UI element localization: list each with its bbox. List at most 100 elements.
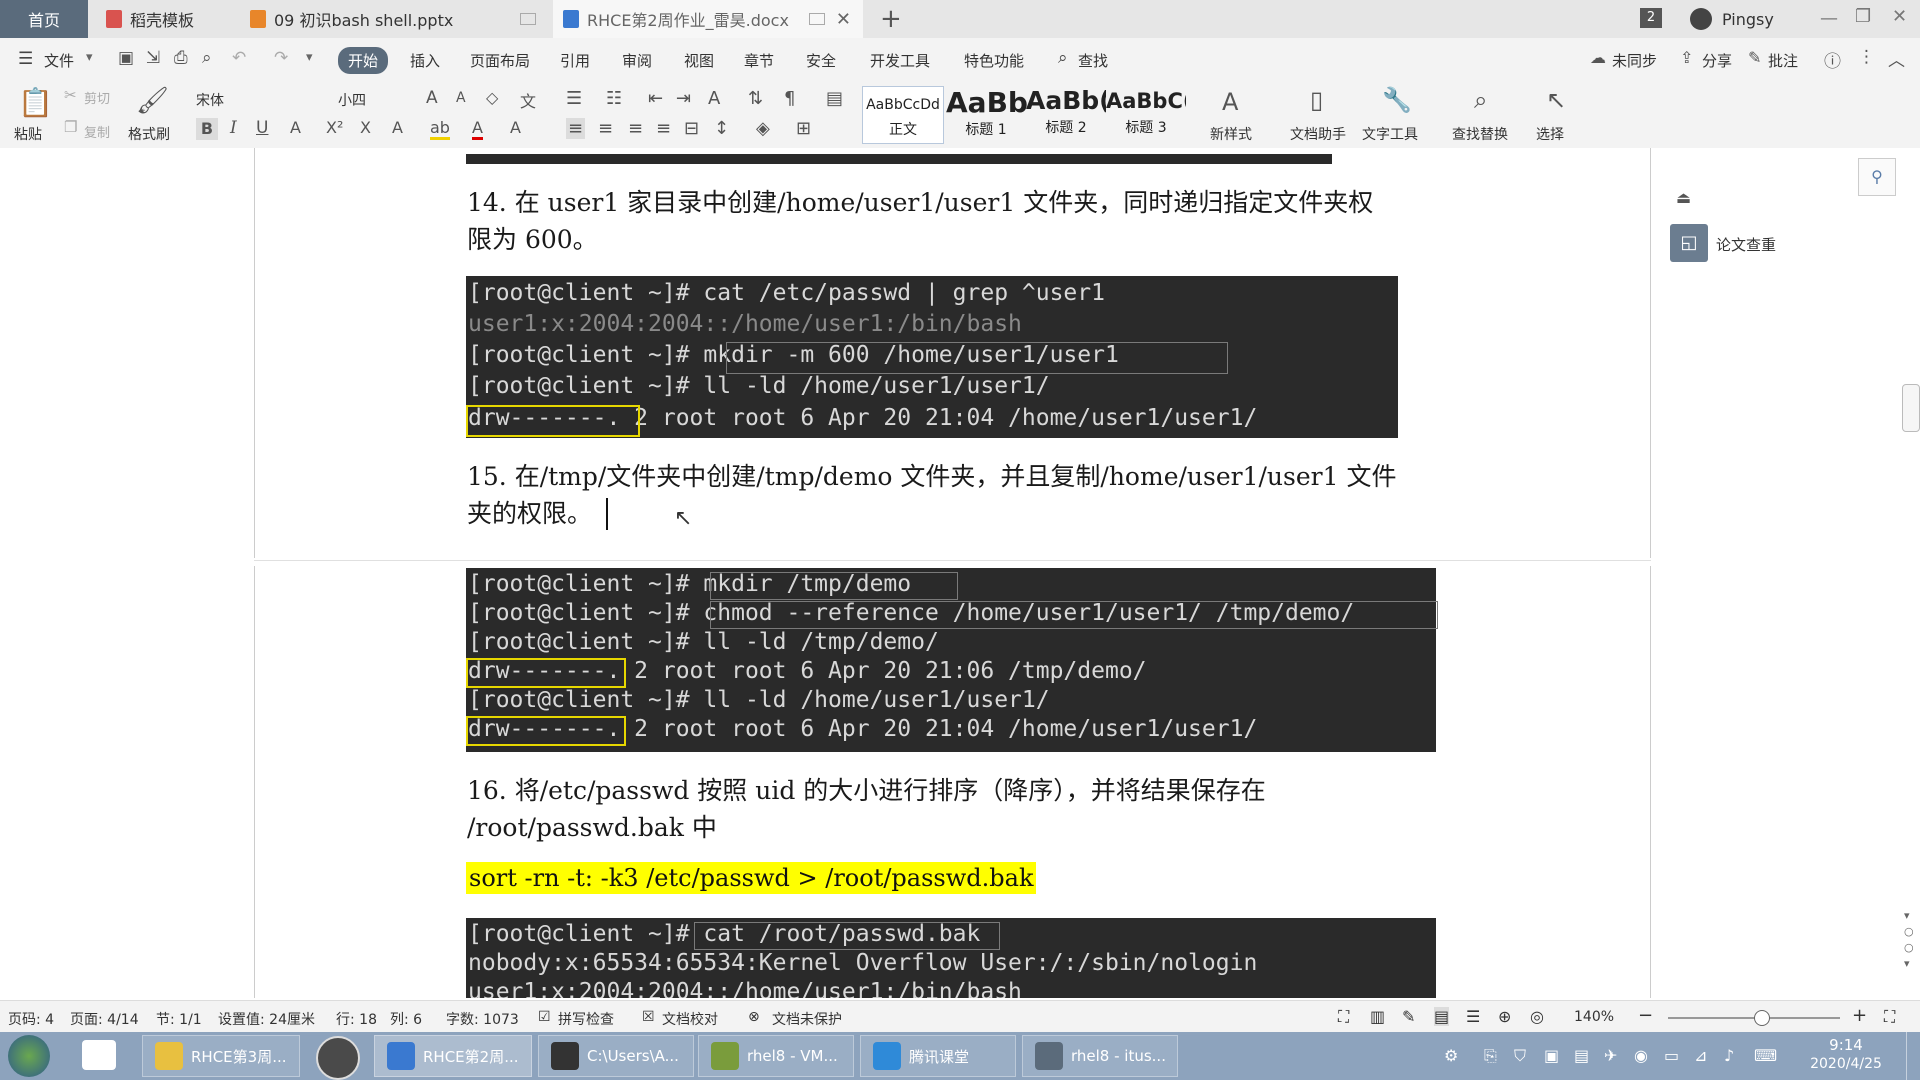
doc-helper-button[interactable]: 文档助手 <box>1290 124 1346 144</box>
char-shading-icon[interactable]: A <box>510 118 521 137</box>
bold-icon[interactable]: B <box>196 118 218 140</box>
page-view-icon[interactable]: ▤ <box>1434 1007 1450 1026</box>
shading-icon[interactable]: ◈ <box>756 118 770 139</box>
network-icon[interactable]: ⊿ <box>1694 1046 1707 1065</box>
zoom-in-icon[interactable]: + <box>1852 1005 1867 1026</box>
tray-icon[interactable]: ▣ <box>1544 1046 1559 1065</box>
tray-icon[interactable]: ▤ <box>1574 1046 1589 1065</box>
cloud-icon[interactable]: ☁ <box>1590 48 1606 67</box>
cursor-select-icon[interactable]: ↖ <box>1546 86 1566 114</box>
clock-date[interactable]: 2020/4/25 <box>1800 1056 1892 1072</box>
font-color-icon[interactable]: A <box>472 118 483 140</box>
comment-button[interactable]: 批注 <box>1768 50 1798 71</box>
close-tab-icon[interactable]: ✕ <box>836 9 851 30</box>
sort-command-highlight[interactable]: sort -rn -t: -k3 /etc/passwd > /root/pas… <box>466 862 1037 894</box>
taskbar-item-cmd[interactable]: C:\Users\A... <box>538 1035 694 1077</box>
shield-icon[interactable]: ⛉ <box>1514 1046 1526 1066</box>
spell-check-icon[interactable]: ☑ <box>538 1009 551 1025</box>
question-14-text[interactable]: 限为 600。 <box>467 221 598 258</box>
find-replace-button[interactable]: 查找替换 <box>1452 124 1508 144</box>
s-app-icon[interactable] <box>316 1036 360 1080</box>
search-icon[interactable]: ⌕ <box>1058 48 1068 68</box>
taskbar-item-tencent[interactable]: 腾讯课堂 <box>860 1035 1016 1077</box>
menu-developer[interactable]: 开发工具 <box>870 50 930 71</box>
start-button-icon[interactable] <box>8 1035 50 1077</box>
text-effect-icon[interactable]: A <box>392 118 403 137</box>
input-method-icon[interactable]: ⌨ <box>1754 1046 1777 1065</box>
quick-access-chevron-icon[interactable]: ▾ <box>306 50 313 65</box>
new-tab-icon[interactable]: + <box>880 4 902 34</box>
cut-button[interactable]: 剪切 <box>84 88 110 107</box>
menu-file[interactable]: 文件 <box>44 50 74 71</box>
tray-icon[interactable]: ▭ <box>1664 1046 1679 1065</box>
zoom-slider-handle[interactable] <box>1754 1010 1770 1026</box>
redo-icon[interactable]: ↷ <box>274 48 288 68</box>
tab-docx-file[interactable]: RHCE第2周作业_雷昊.docx ✕ <box>553 0 863 38</box>
protect-status[interactable]: 文档未保护 <box>772 1009 842 1029</box>
export-icon[interactable]: ⇲ <box>146 48 160 68</box>
user-name[interactable]: Pingsy <box>1722 10 1774 29</box>
menu-features[interactable]: 特色功能 <box>964 50 1024 71</box>
doc-helper-icon[interactable]: ▯ <box>1310 86 1323 114</box>
show-marks-icon[interactable]: ¶ <box>784 88 795 109</box>
question-15-text[interactable]: 15. 在/tmp/文件夹中创建/tmp/demo 文件夹，并且复制/home/… <box>467 458 1396 495</box>
tab-home[interactable]: 首页 <box>0 0 88 38</box>
collapse-panel-icon[interactable]: ⏏ <box>1676 188 1691 207</box>
print-preview-icon[interactable]: ⌕ <box>202 48 212 68</box>
avatar[interactable] <box>1690 8 1712 30</box>
chevron-down-icon[interactable]: ▾ <box>86 50 93 65</box>
write-mode-icon[interactable]: ✎ <box>1402 1007 1415 1026</box>
style-normal[interactable]: AaBbCcDd 正文 <box>862 86 944 144</box>
scroll-nav-icons[interactable]: ▾ ○ ○ ▾ <box>1904 908 1914 972</box>
collapse-ribbon-icon[interactable]: ︿ <box>1888 46 1905 71</box>
zoom-out-icon[interactable]: − <box>1638 1005 1653 1026</box>
format-painter-icon[interactable]: 🖌 <box>136 86 169 116</box>
wrench-icon[interactable]: 🔧 <box>1382 86 1412 114</box>
restore-icon[interactable]: ❐ <box>1855 6 1871 27</box>
share-icon[interactable]: ⇪ <box>1680 48 1693 67</box>
comment-icon[interactable]: ✎ <box>1748 48 1761 67</box>
increase-indent-icon[interactable]: ⇥ <box>676 88 691 109</box>
tray-icon[interactable]: ✈ <box>1604 1046 1617 1065</box>
menu-view[interactable]: 视图 <box>684 50 714 71</box>
question-16-text[interactable]: /root/passwd.bak 中 <box>467 809 717 846</box>
new-style-icon[interactable]: A <box>1222 88 1238 116</box>
tray-icon[interactable]: ◉ <box>1634 1046 1648 1065</box>
window-count-badge[interactable]: 2 <box>1640 8 1662 28</box>
hamburger-icon[interactable]: ☰ <box>18 49 33 69</box>
format-painter-button[interactable]: 格式刷 <box>128 124 170 144</box>
fullscreen-icon[interactable]: ⛶ <box>1338 1007 1349 1027</box>
paste-button[interactable]: 粘贴 <box>14 124 42 144</box>
table-of-contents-icon[interactable]: ▤ <box>826 88 843 109</box>
close-window-icon[interactable]: ✕ <box>1892 6 1907 27</box>
menu-review[interactable]: 审阅 <box>622 50 652 71</box>
font-size-select[interactable]: 小四 <box>338 90 408 110</box>
menu-security[interactable]: 安全 <box>806 50 836 71</box>
zoom-level[interactable]: 140% <box>1574 1009 1614 1025</box>
plagiarism-check-button[interactable]: 论文查重 <box>1716 234 1776 255</box>
save-icon[interactable]: ▣ <box>118 48 134 68</box>
cut-icon[interactable]: ✂ <box>64 86 77 104</box>
numbered-list-icon[interactable]: ☷ <box>606 88 622 109</box>
underline-icon[interactable]: U <box>256 118 268 138</box>
status-pages[interactable]: 页面: 4/14 <box>70 1009 139 1029</box>
phonetic-icon[interactable]: 文 <box>520 88 536 112</box>
sort-icon[interactable]: ⇅ <box>748 88 763 109</box>
location-pin-icon[interactable]: ⚲ <box>1858 158 1896 196</box>
menu-page-layout[interactable]: 页面布局 <box>470 50 530 71</box>
line-spacing-icon[interactable]: ↕ <box>714 118 729 139</box>
spell-check-button[interactable]: 拼写检查 <box>558 1009 614 1029</box>
menu-chapter[interactable]: 章节 <box>744 50 774 71</box>
subscript-icon[interactable]: X <box>360 118 371 137</box>
style-heading-2[interactable]: AaBb( 标题 2 <box>1026 86 1106 142</box>
tray-icon[interactable]: ⚙ <box>1444 1046 1458 1065</box>
window-icon[interactable] <box>520 13 536 25</box>
scrollbar-thumb[interactable] <box>1902 384 1920 432</box>
text-tools-button[interactable]: 文字工具 <box>1362 124 1418 144</box>
bullet-list-icon[interactable]: ☰ <box>566 88 582 109</box>
taskbar-item-rhce2[interactable]: RHCE第2周... <box>374 1035 532 1077</box>
plagiarism-check-icon[interactable]: ◱ <box>1670 224 1708 262</box>
proofread-button[interactable]: 文档校对 <box>662 1009 718 1029</box>
proofread-icon[interactable]: ☒ <box>642 1009 655 1025</box>
show-desktop-button[interactable] <box>1906 1032 1920 1080</box>
